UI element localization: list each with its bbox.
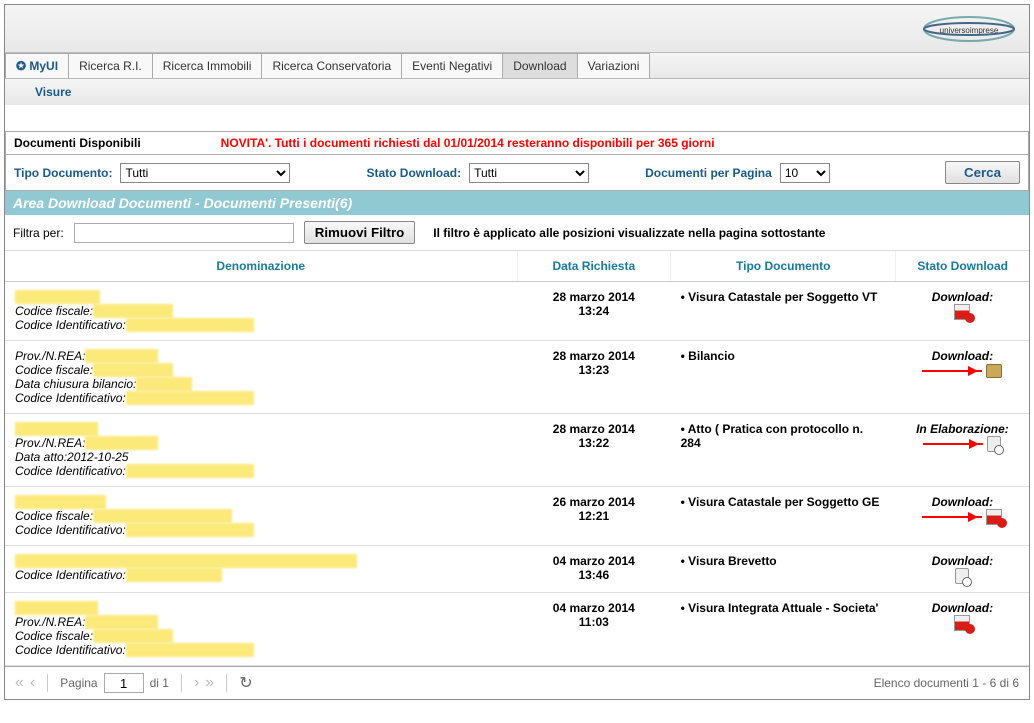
subtab-visure[interactable]: Visure [35, 85, 71, 99]
arrow-icon [922, 516, 982, 518]
tab-ricerca-conservatoria[interactable]: Ricerca Conservatoria [261, 53, 402, 78]
pager: « ‹ Pagina di 1 › » ↻ Elenco documenti 1… [5, 666, 1029, 699]
col-stato-download[interactable]: Stato Download [896, 251, 1029, 282]
app-window: universoimprese MyUIRicerca R.I.Ricerca … [4, 4, 1030, 700]
logo: universoimprese [919, 11, 1019, 47]
status-label: Download: [906, 349, 1019, 363]
filter-bar: Filtra per: Rimuovi Filtro Il filtro è a… [5, 215, 1029, 251]
table-row: XXXXXXX XXXXCodice fiscale:XXXX XXXXXXXX… [5, 487, 1029, 546]
table-row: Prov./N.REA:XXXXXXXXXCodice fiscale:XXXX… [5, 341, 1029, 414]
col-data-richiesta[interactable]: Data Richiesta [517, 251, 671, 282]
next-page-button[interactable]: › [194, 674, 199, 692]
remove-filter-button[interactable]: Rimuovi Filtro [304, 221, 416, 244]
last-page-button[interactable]: » [205, 674, 214, 692]
table-row: AXXXXXXXX XXX XXXXXXXX XXXXXXXX XXXXXXXX… [5, 546, 1029, 593]
page-label: Pagina [60, 676, 97, 690]
area-header: Area Download Documenti - Documenti Pres… [5, 191, 1029, 215]
status-label: In Elaborazione: [906, 422, 1019, 436]
tab-myui[interactable]: MyUI [5, 53, 69, 78]
pdf-icon[interactable] [954, 615, 970, 631]
filter-label: Filtra per: [13, 226, 64, 240]
stato-label: Stato Download: [366, 166, 461, 180]
proc-icon[interactable] [987, 436, 1001, 452]
section-title: Documenti Disponibili [14, 136, 141, 150]
tab-download[interactable]: Download [502, 53, 577, 78]
first-page-button[interactable]: « [15, 674, 24, 692]
section-bar: Documenti Disponibili NOVITA'. Tutti i d… [5, 131, 1029, 155]
main-tabs: MyUIRicerca R.I.Ricerca ImmobiliRicerca … [5, 53, 1029, 79]
filter-note: Il filtro è applicato alle posizioni vis… [433, 226, 825, 240]
header-bar: universoimprese [5, 5, 1029, 53]
pager-summary: Elenco documenti 1 - 6 di 6 [874, 676, 1019, 690]
perpage-select[interactable]: 10 [780, 163, 830, 183]
arrow-icon [923, 443, 983, 445]
perpage-label: Documenti per Pagina [645, 166, 772, 180]
pdf-icon[interactable] [986, 509, 1002, 525]
tab-ricerca-r-i-[interactable]: Ricerca R.I. [68, 53, 153, 78]
pdf-icon[interactable] [954, 304, 970, 320]
subtab-bar: Visure [5, 79, 1029, 105]
proc-icon[interactable] [955, 568, 969, 584]
svg-text:universoimprese: universoimprese [940, 26, 999, 35]
prev-page-button[interactable]: ‹ [30, 674, 35, 692]
status-label: Download: [906, 290, 1019, 304]
tab-eventi-negativi[interactable]: Eventi Negativi [401, 53, 503, 78]
refresh-button[interactable]: ↻ [239, 673, 252, 693]
search-button[interactable]: Cerca [945, 161, 1020, 184]
tab-ricerca-immobili[interactable]: Ricerca Immobili [152, 53, 263, 78]
stato-select[interactable]: Tutti [469, 163, 589, 183]
col-tipo-documento[interactable]: Tipo Documento [671, 251, 896, 282]
table-row: XXXXXXX XXXProv./N.REA:XXXXXXXXXCodice f… [5, 593, 1029, 666]
page-input[interactable] [104, 673, 144, 693]
documents-table: Denominazione Data Richiesta Tipo Docume… [5, 251, 1029, 666]
table-row: XXXXXXX XXXProv./N.REA:XXXXXXXXXData att… [5, 414, 1029, 487]
status-label: Download: [906, 601, 1019, 615]
notice-text: NOVITA'. Tutti i documenti richiesti dal… [221, 136, 715, 150]
status-label: Download: [906, 554, 1019, 568]
status-label: Download: [906, 495, 1019, 509]
tipo-label: Tipo Documento: [14, 166, 112, 180]
col-denominazione[interactable]: Denominazione [5, 251, 517, 282]
table-row: XXXXXX X.X.X.Codice fiscale:XXXXXXXXXXCo… [5, 282, 1029, 341]
zip-icon[interactable] [986, 364, 1002, 378]
filter-input[interactable] [74, 223, 294, 243]
arrow-icon [922, 370, 982, 372]
tipo-select[interactable]: Tutti [120, 163, 290, 183]
page-of-label: di 1 [150, 676, 169, 690]
tab-variazioni[interactable]: Variazioni [577, 53, 651, 78]
filter-row: Tipo Documento: Tutti Stato Download: Tu… [5, 155, 1029, 191]
